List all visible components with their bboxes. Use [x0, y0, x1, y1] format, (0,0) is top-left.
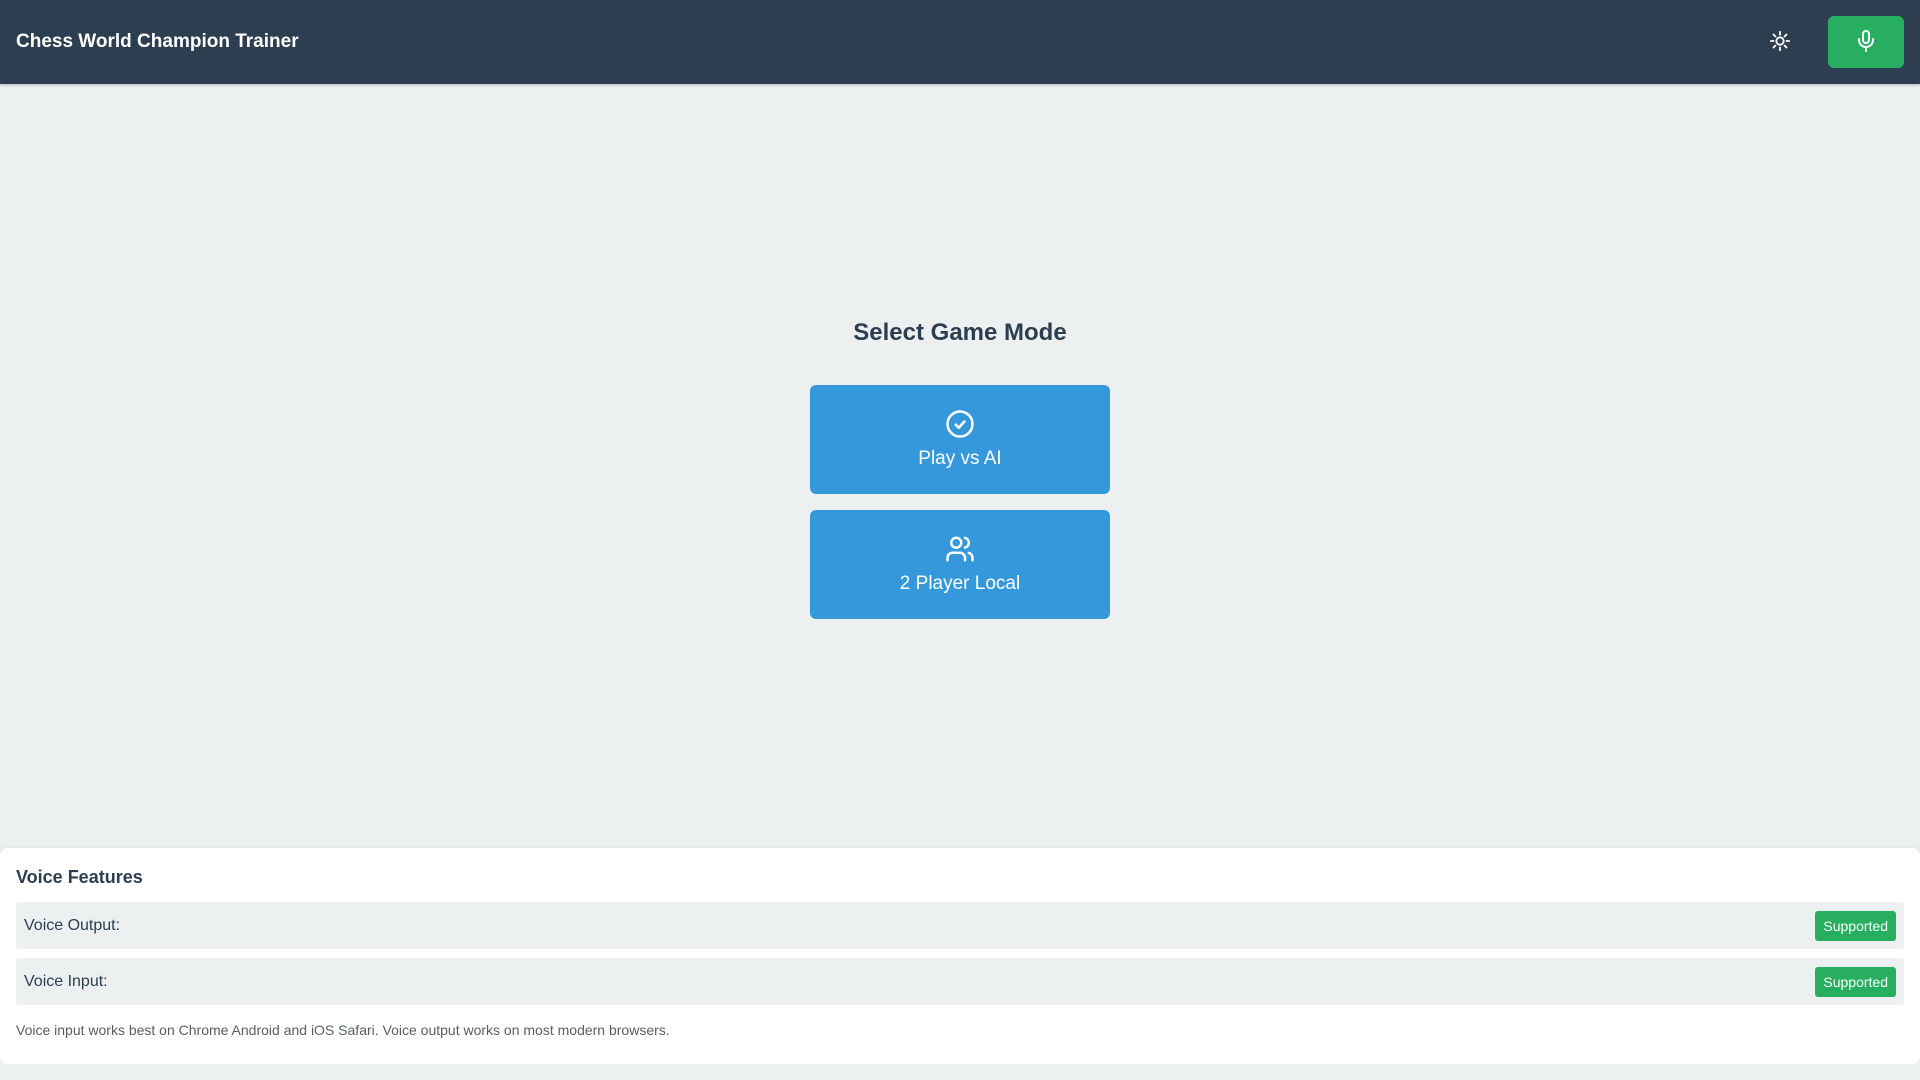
play-vs-ai-label: Play vs AI	[918, 448, 1002, 469]
sun-icon	[1769, 30, 1791, 55]
app-header: Chess World Champion Trainer	[0, 0, 1920, 84]
app-title: Chess World Champion Trainer	[16, 31, 299, 52]
voice-input-status-badge: Supported	[1815, 966, 1896, 997]
check-circle-icon	[945, 409, 975, 442]
users-icon	[944, 534, 976, 567]
section-title: Select Game Mode	[853, 319, 1067, 346]
two-player-local-label: 2 Player Local	[899, 573, 1021, 594]
header-actions	[1764, 16, 1904, 68]
game-mode-section: Select Game Mode Play vs AI 2 Player Loc…	[0, 84, 1920, 848]
voice-output-label: Voice Output:	[24, 916, 121, 934]
voice-output-status-badge: Supported	[1815, 910, 1896, 941]
voice-features-panel: Voice Features Voice Output: Supported V…	[0, 848, 1920, 1064]
two-player-local-button[interactable]: 2 Player Local	[810, 510, 1110, 619]
voice-input-label: Voice Input:	[24, 972, 108, 990]
voice-support-note: Voice input works best on Chrome Android…	[16, 1022, 670, 1038]
play-vs-ai-button[interactable]: Play vs AI	[810, 385, 1110, 494]
voice-input-button[interactable]	[1828, 16, 1904, 68]
voice-input-row: Voice Input: Supported	[16, 958, 1904, 1005]
theme-toggle-button[interactable]	[1764, 26, 1796, 58]
microphone-icon	[1854, 28, 1878, 57]
voice-output-row: Voice Output: Supported	[16, 902, 1904, 949]
voice-features-title: Voice Features	[16, 867, 143, 887]
